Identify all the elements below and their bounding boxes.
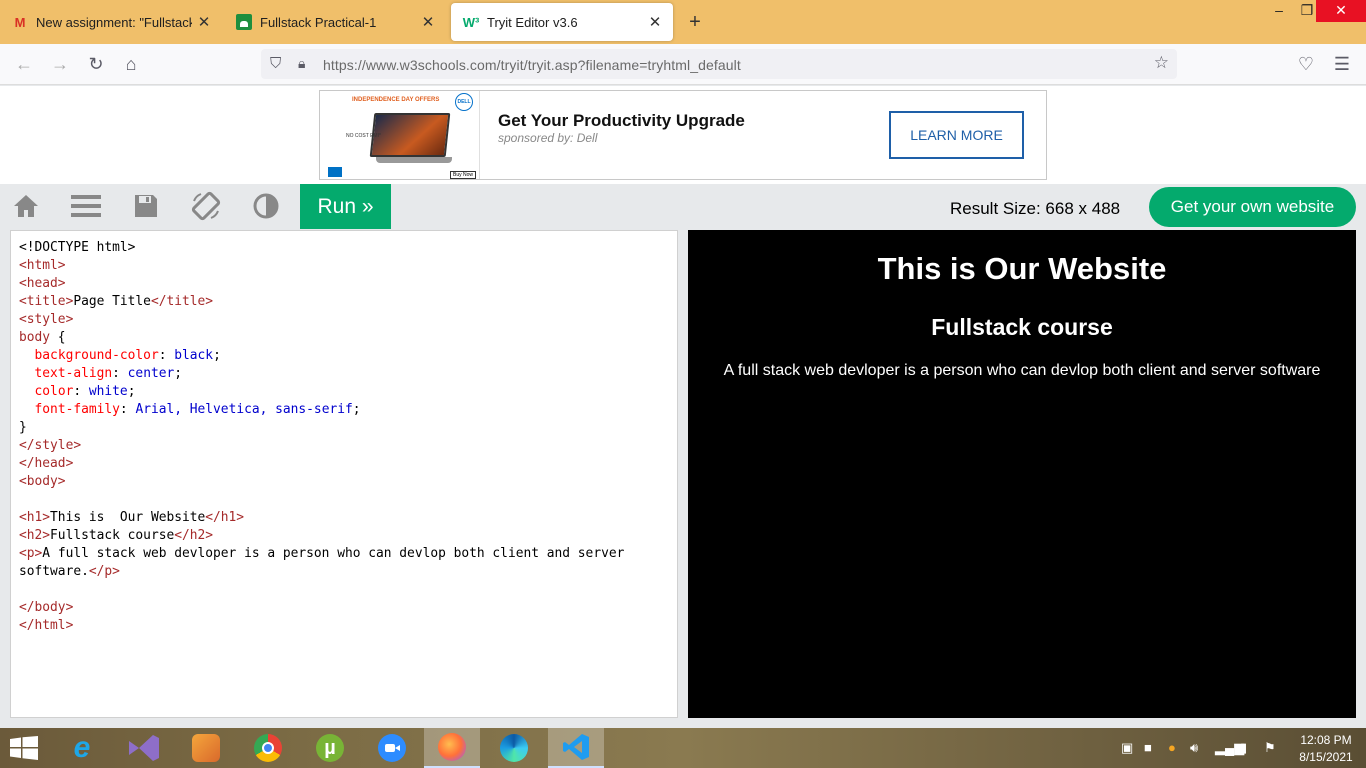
vscode-icon[interactable]: [548, 728, 604, 768]
ad-sponsor: sponsored by: Dell: [498, 131, 598, 145]
code-line[interactable]: text-align: center;: [19, 365, 669, 383]
tab-label: Fullstack Practical-1: [260, 14, 377, 30]
code-line[interactable]: }: [19, 419, 669, 437]
home-button[interactable]: ⌂: [119, 52, 143, 76]
bookmark-star-icon[interactable]: ☆: [1154, 53, 1169, 73]
code-line[interactable]: <html>: [19, 257, 669, 275]
code-line[interactable]: body {: [19, 329, 669, 347]
edge-icon[interactable]: [486, 728, 542, 768]
chrome-icon[interactable]: [240, 728, 296, 768]
ad-image[interactable]: INDEPENDENCE DAY OFFERS DELL NO COST EMI…: [320, 91, 480, 179]
result-heading: This is Our Website: [877, 251, 1167, 286]
clock-time[interactable]: 12:08 PM: [1298, 733, 1354, 747]
code-line[interactable]: <p>A full stack web devloper is a person…: [19, 545, 669, 563]
address-bar[interactable]: ⛉ 🔒︎ https://www.w3schools.com/tryit/try…: [261, 49, 1177, 79]
run-button[interactable]: Run »: [300, 184, 391, 229]
code-line[interactable]: font-family: Arial, Helvetica, sans-seri…: [19, 401, 669, 419]
visual-studio-icon[interactable]: [116, 728, 172, 768]
tracking-shield-icon[interactable]: ⛉: [270, 55, 281, 72]
ad-offer-text: INDEPENDENCE DAY OFFERS: [352, 97, 440, 103]
theme-toggle-icon[interactable]: [250, 190, 282, 222]
code-line[interactable]: </html>: [19, 617, 669, 635]
back-button[interactable]: ←: [12, 52, 36, 76]
reload-button[interactable]: ↻: [84, 52, 108, 76]
navigation-bar: ← → ↻ ⌂ ⛉ 🔒︎ https://www.w3schools.com/t…: [0, 44, 1366, 85]
tab-gmail-assignment[interactable]: M New assignment: "Fullstack Pra ✕: [0, 0, 222, 44]
browser-tabstrip: M New assignment: "Fullstack Pra ✕ Fulls…: [0, 0, 1366, 44]
result-subheading: Fullstack course: [931, 314, 1113, 340]
code-line[interactable]: color: white;: [19, 383, 669, 401]
get-your-own-website-button[interactable]: Get your own website: [1149, 187, 1356, 227]
result-pane: This is Our Website Fullstack course A f…: [688, 230, 1356, 718]
code-line[interactable]: <style>: [19, 311, 669, 329]
code-line[interactable]: </style>: [19, 437, 669, 455]
ad-banner[interactable]: INDEPENDENCE DAY OFFERS DELL NO COST EMI…: [319, 90, 1047, 180]
gmail-icon: M: [14, 14, 26, 30]
utorrent-icon[interactable]: µ: [302, 728, 358, 768]
forward-button[interactable]: →: [48, 52, 72, 76]
classroom-icon: [236, 14, 252, 30]
zoom-icon[interactable]: [364, 728, 420, 768]
home-icon[interactable]: [10, 190, 42, 222]
close-icon[interactable]: ✕: [643, 13, 667, 31]
clock-date[interactable]: 8/15/2021: [1296, 750, 1356, 764]
code-line[interactable]: <h2>Fullstack course</h2>: [19, 527, 669, 545]
ad-title[interactable]: Get Your Productivity Upgrade: [498, 111, 745, 131]
save-icon[interactable]: [130, 190, 162, 222]
code-line[interactable]: <head>: [19, 275, 669, 293]
lock-icon[interactable]: 🔒︎: [298, 55, 305, 72]
learn-more-button[interactable]: LEARN MORE: [889, 111, 1024, 159]
laptop-image: [369, 113, 451, 157]
result-size-label: Result Size: 668 x 488: [950, 199, 1121, 218]
sublime-text-icon[interactable]: [178, 728, 234, 768]
battery-icon[interactable]: ▮: [1240, 740, 1247, 756]
menu-icon[interactable]: [70, 190, 102, 222]
close-window-button[interactable]: ✕: [1316, 0, 1366, 22]
code-line[interactable]: </body>: [19, 599, 669, 617]
intel-logo: [328, 167, 342, 177]
code-line[interactable]: <!DOCTYPE html>: [19, 239, 669, 257]
tab-label: New assignment: "Fullstack Pra: [36, 14, 192, 30]
close-icon[interactable]: ✕: [416, 13, 440, 31]
close-icon[interactable]: ✕: [192, 13, 216, 31]
action-center-icon[interactable]: ⚑: [1264, 740, 1276, 756]
ad-buynow-text: Buy Now: [450, 171, 477, 179]
code-line[interactable]: [19, 491, 669, 509]
windows-taskbar: e µ ▣ ■ ● 🔊︎ ▂▄▆ ▮ ⚑ 12:08 PM 8/15/2021: [0, 728, 1366, 768]
network-drive-icon[interactable]: ▣: [1121, 740, 1133, 756]
new-tab-button[interactable]: +: [683, 10, 707, 34]
update-icon[interactable]: ●: [1168, 740, 1176, 755]
code-line[interactable]: </head>: [19, 455, 669, 473]
code-line[interactable]: <body>: [19, 473, 669, 491]
code-line[interactable]: [19, 581, 669, 599]
code-line[interactable]: software.</p>: [19, 563, 669, 581]
code-line[interactable]: background-color: black;: [19, 347, 669, 365]
internet-explorer-icon[interactable]: e: [54, 728, 110, 768]
code-line[interactable]: <h1>This is Our Website</h1>: [19, 509, 669, 527]
result-paragraph: A full stack web devloper is a person wh…: [723, 362, 1321, 379]
code-line[interactable]: <title>Page Title</title>: [19, 293, 669, 311]
pocket-icon[interactable]: ♡: [1294, 52, 1318, 76]
tryit-toolbar: Run » Result Size: 668 x 488 Get your ow…: [0, 184, 1366, 230]
ad-area: INDEPENDENCE DAY OFFERS DELL NO COST EMI…: [0, 86, 1366, 184]
volume-icon[interactable]: 🔊︎: [1190, 740, 1198, 756]
firefox-icon[interactable]: [424, 728, 480, 768]
tab-tryit-editor[interactable]: W³ Tryit Editor v3.6 ✕: [451, 3, 673, 41]
tab-label: Tryit Editor v3.6: [487, 14, 578, 30]
dell-logo: DELL: [455, 93, 473, 111]
hamburger-menu-icon[interactable]: ☰: [1330, 52, 1354, 76]
w3schools-icon: W³: [462, 14, 480, 30]
windows-start-icon[interactable]: [10, 736, 38, 760]
app-tray-icon[interactable]: ■: [1144, 740, 1152, 755]
ad-nocost-text: NO COST EMI*: [346, 133, 381, 139]
rotate-layout-icon[interactable]: [190, 190, 222, 222]
url-text[interactable]: https://www.w3schools.com/tryit/tryit.as…: [323, 57, 741, 73]
code-editor[interactable]: <!DOCTYPE html> <html> <head> <title>Page T…: [10, 230, 678, 718]
tab-classroom[interactable]: Fullstack Practical-1 ✕: [224, 0, 446, 44]
